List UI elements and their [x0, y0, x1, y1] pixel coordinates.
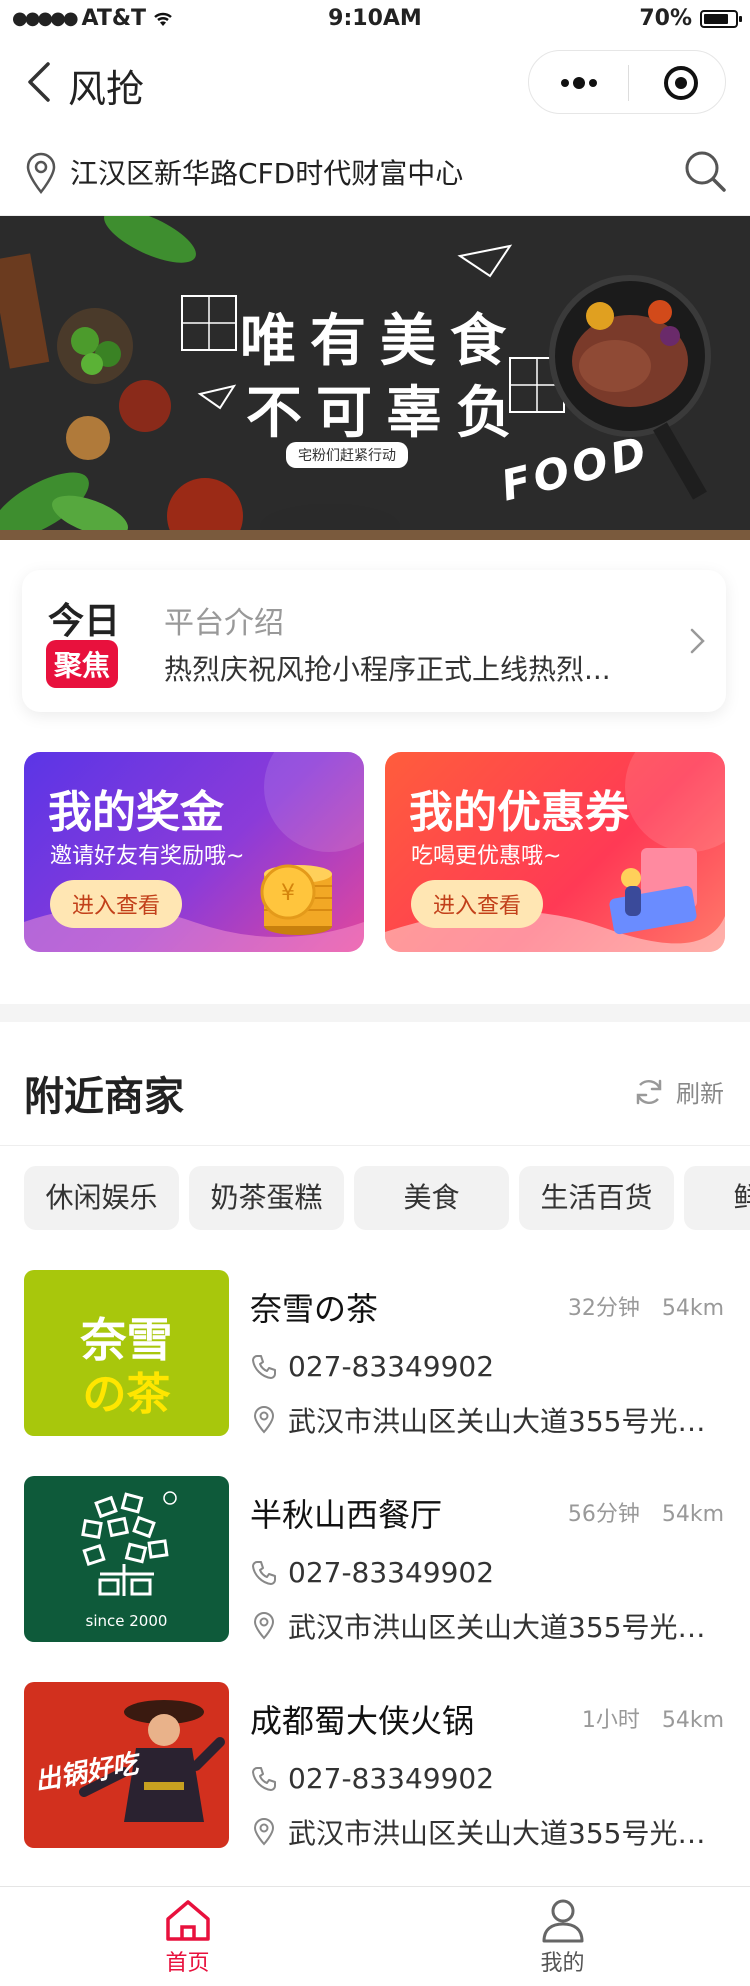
section-gap — [0, 1004, 750, 1022]
svg-text:¥: ¥ — [281, 881, 295, 906]
user-icon — [542, 1899, 583, 1943]
category-flowers[interactable]: 鲜花 — [684, 1166, 750, 1230]
shop-item[interactable]: 出锅好吃 成都蜀大侠火锅 1小时 54km 027-83349902 武汉市洪山区… — [0, 1682, 750, 1850]
location-pin-icon — [26, 152, 56, 194]
phone-icon — [252, 1354, 276, 1379]
category-leisure[interactable]: 休闲娱乐 — [24, 1166, 179, 1230]
tab-mine-label: 我的 — [540, 1951, 585, 1976]
tab-home-label: 首页 — [165, 1951, 210, 1976]
shop-name: 成都蜀大侠火锅 — [250, 1702, 475, 1740]
close-miniprogram-icon[interactable] — [661, 63, 701, 103]
search-icon[interactable] — [682, 148, 728, 194]
shop-logo: 奈雪 の茶 — [24, 1270, 229, 1436]
coupon-view-button[interactable]: 进入查看 — [411, 880, 544, 928]
shop-delivery-time: 56分钟 — [567, 1502, 640, 1527]
shop-name: 奈雪の茶 — [250, 1290, 379, 1328]
today-focus-card[interactable]: 今日 聚焦 平台介绍 热烈庆祝风抢小程序正式上线热烈... — [22, 570, 726, 712]
miniprogram-capsule — [528, 50, 726, 114]
shop-delivery-time: 32分钟 — [567, 1296, 640, 1321]
phone-icon — [252, 1766, 276, 1791]
food-banner[interactable]: 唯有美食 不可辜负 宅粉们赶紧行动 FOOD — [0, 216, 750, 540]
shop-phone[interactable]: 027-83349902 — [250, 1556, 494, 1589]
page-title: 风抢 — [68, 67, 145, 111]
status-time: 9:10AM — [328, 6, 422, 31]
location-address[interactable]: 江汉区新华路CFD时代财富中心 — [70, 152, 463, 192]
shop-distance: 54km — [661, 1296, 724, 1321]
location-pin-icon — [253, 1612, 275, 1640]
nearby-shops-title: 附近商家 — [24, 1074, 184, 1120]
category-daily-goods[interactable]: 生活百货 — [519, 1166, 674, 1230]
today-title: 今日 — [48, 601, 121, 642]
header-divider — [0, 1145, 750, 1146]
shop-logo: 出锅好吃 — [24, 1682, 229, 1848]
location-pin-icon — [253, 1406, 275, 1434]
coupon-card-decoration — [625, 752, 725, 852]
banner-tagline: 宅粉们赶紧行动 — [286, 442, 408, 468]
shop-logo: since 2000 — [24, 1476, 229, 1642]
platform-intro-label: 平台介绍 — [164, 606, 284, 641]
shop-address: 武汉市洪山区关山大道355号光谷... — [250, 1400, 726, 1440]
shop-name: 半秋山西餐厅 — [250, 1496, 443, 1534]
my-bonus-card[interactable]: 我的奖金 邀请好友有奖励哦~ 进入查看 ¥ — [24, 752, 364, 952]
bonus-title: 我的奖金 — [48, 787, 224, 838]
banner-headline-line1: 唯有美食 — [240, 309, 520, 374]
tab-mine[interactable]: 我的 — [375, 1887, 750, 1986]
focus-badge: 聚焦 — [46, 640, 119, 688]
battery-status: 70% — [639, 6, 742, 31]
shop-meta: 56分钟 54km — [546, 1496, 724, 1528]
coupon-title: 我的优惠券 — [409, 787, 629, 838]
shop-address-text: 武汉市洪山区关山大道355号光谷... — [288, 1405, 726, 1438]
bonus-view-button[interactable]: 进入查看 — [50, 880, 183, 928]
shop-phone-number: 027-83349902 — [288, 1350, 495, 1383]
announcement-text[interactable]: 热烈庆祝风抢小程序正式上线热烈... — [164, 648, 664, 688]
location-pin-icon — [253, 1818, 275, 1846]
home-icon — [165, 1900, 210, 1941]
battery-percent: 70% — [639, 6, 692, 31]
shop-phone-number: 027-83349902 — [288, 1556, 495, 1589]
back-icon[interactable] — [22, 60, 56, 104]
banner-headline-line2: 不可辜负 — [246, 381, 526, 446]
shop-delivery-time: 1小时 — [581, 1708, 640, 1733]
shop-distance: 54km — [661, 1708, 724, 1733]
refresh-label: 刷新 — [676, 1080, 724, 1108]
status-bar: ●●●●● AT&T 9:10AM 70% — [0, 0, 750, 40]
shop-item[interactable]: 奈雪 の茶 奈雪の茶 32分钟 54km 027-83349902 武汉市洪山区关… — [0, 1270, 750, 1438]
shop-phone[interactable]: 027-83349902 — [250, 1762, 494, 1795]
shop-logo-subtext: の茶 — [82, 1369, 171, 1420]
shop-address-text: 武汉市洪山区关山大道355号光谷... — [288, 1611, 726, 1644]
shop-address: 武汉市洪山区关山大道355号光谷... — [250, 1606, 726, 1646]
phone-icon — [252, 1560, 276, 1585]
shop-meta: 1小时 54km — [560, 1702, 724, 1734]
more-icon[interactable] — [551, 63, 607, 103]
category-food[interactable]: 美食 — [354, 1166, 509, 1230]
category-milk-tea[interactable]: 奶茶蛋糕 — [189, 1166, 344, 1230]
shop-logo-text: since 2000 — [85, 1612, 168, 1630]
refresh-icon — [636, 1079, 662, 1104]
refresh-button[interactable]: 刷新 — [632, 1074, 724, 1109]
bottom-tab-bar: 首页 我的 — [0, 1886, 750, 1985]
shop-meta: 32分钟 54km — [546, 1290, 724, 1322]
shop-address-text: 武汉市洪山区关山大道355号光谷... — [288, 1817, 726, 1850]
banner-frame-edge — [0, 530, 750, 540]
capsule-divider — [628, 65, 629, 101]
chevron-right-icon[interactable] — [688, 626, 708, 656]
my-coupon-card[interactable]: 我的优惠券 吃喝更优惠哦~ 进入查看 — [385, 752, 725, 952]
shopping-illustration-icon — [609, 848, 697, 935]
nav-bar: 风抢 — [0, 40, 750, 124]
category-tabs: 休闲娱乐奶茶蛋糕美食生活百货鲜花 — [24, 1166, 750, 1230]
shop-distance: 54km — [661, 1502, 724, 1527]
shop-address: 武汉市洪山区关山大道355号光谷... — [250, 1812, 726, 1852]
shop-item[interactable]: since 2000 半秋山西餐厅 56分钟 54km 027-83349902 … — [0, 1476, 750, 1644]
location-bar[interactable]: 江汉区新华路CFD时代财富中心 — [0, 126, 750, 216]
tab-home[interactable]: 首页 — [0, 1887, 375, 1986]
coupon-subtitle: 吃喝更优惠哦~ — [411, 844, 562, 869]
battery-icon — [700, 9, 742, 28]
coins-icon: ¥ — [260, 864, 332, 935]
shop-phone-number: 027-83349902 — [288, 1762, 495, 1795]
shop-phone[interactable]: 027-83349902 — [250, 1350, 494, 1383]
bonus-subtitle: 邀请好友有奖励哦~ — [50, 844, 245, 869]
